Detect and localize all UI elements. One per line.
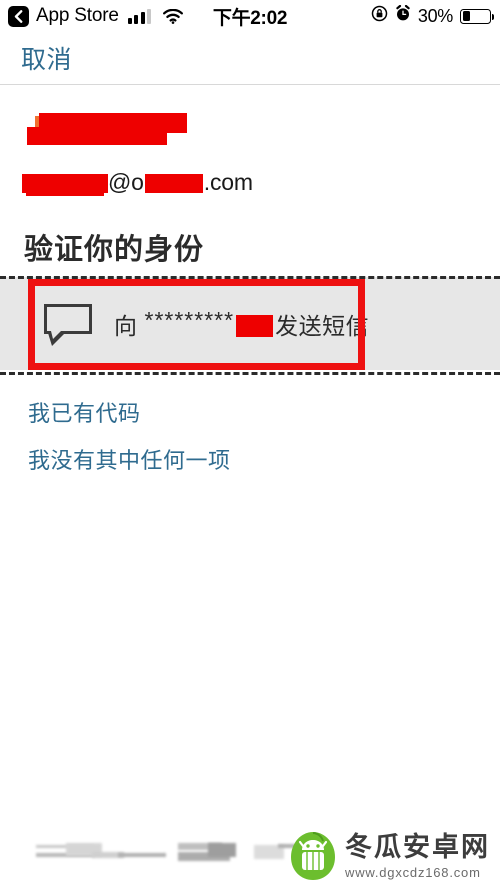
email-username-redacted [22,174,108,196]
cellular-signal-icon [127,8,152,24]
brand-logo-redacted [27,113,187,147]
battery-fill [462,11,471,21]
site-watermark: 冬瓜安卓网 www.dgxcdz168.com [289,831,490,881]
email-at-fragment: @o [108,169,144,195]
annotation-highlight-box [28,279,365,370]
rotation-lock-icon [371,5,388,27]
account-header: @o .com [0,95,500,196]
back-to-app-store-button[interactable] [8,5,29,27]
navigation-divider [0,84,500,85]
status-bar: App Store 下午2:02 30% [0,0,500,32]
navigation-bar: 取消 [0,32,500,84]
winter-melon-android-logo-icon [289,831,337,881]
returning-app-label[interactable]: App Store [36,5,119,27]
battery-percentage: 30% [417,5,453,26]
status-bar-left: App Store [8,5,184,27]
blurred-artifact-left [36,843,176,865]
annotation-dashed-line-bottom [0,372,500,375]
status-bar-right: 30% [371,0,494,32]
have-code-link[interactable]: 我已有代码 [28,396,141,428]
app-screen: App Store 下午2:02 30% 取消 @o .com 验证你的身份 向… [0,0,500,889]
email-tld: .com [203,169,253,195]
alarm-clock-icon [395,4,411,27]
account-email: @o .com [22,169,500,196]
watermark-text: 冬瓜安卓网 www.dgxcdz168.com [345,831,490,880]
footer-watermark-area: 冬瓜安卓网 www.dgxcdz168.com [0,819,500,889]
battery-icon [460,8,494,24]
watermark-site-name: 冬瓜安卓网 [345,831,490,862]
email-domain-redacted [144,174,203,193]
wifi-icon [163,8,184,24]
chevron-left-icon [13,9,24,23]
page-title: 验证你的身份 [24,234,205,266]
watermark-url: www.dgxcdz168.com [345,864,481,880]
cancel-button[interactable]: 取消 [21,40,72,76]
no-options-link[interactable]: 我没有其中任何一项 [28,443,231,475]
